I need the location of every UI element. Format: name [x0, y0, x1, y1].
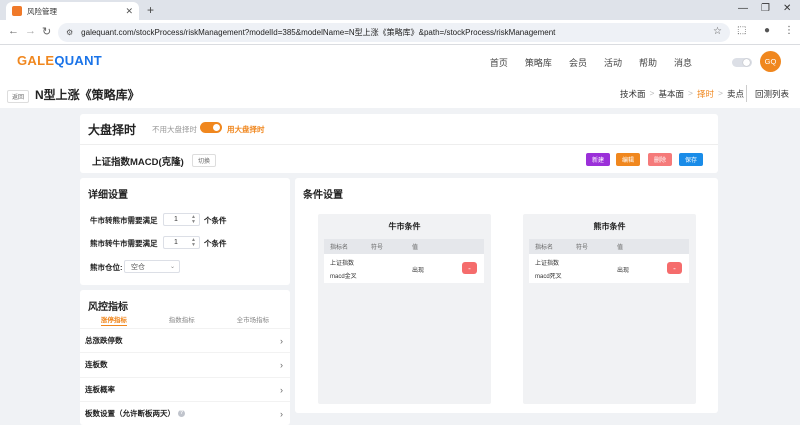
title-row: 返回 N型上涨《策略库》 技术面 > 基本面 > 择时 > 卖点 回测列表 — [0, 80, 800, 108]
breadcrumb-separator: > — [649, 88, 655, 98]
bear-conditions-title: 熊市条件 — [593, 222, 626, 231]
table-header: 指标名 符号 值 — [529, 239, 689, 254]
nav-activity[interactable]: 活动 — [604, 56, 622, 69]
switch-strategy-button[interactable]: 切换 — [192, 154, 217, 167]
tab-limit-up[interactable]: 涨停指标 — [100, 314, 127, 326]
bear-conditions-panel: 熊市条件 指标名 符号 值 上证指数 macd死叉 出现 - — [523, 214, 696, 404]
bear-position-label: 熊市仓位: — [90, 263, 123, 272]
breadcrumb-separator: > — [718, 88, 723, 98]
breadcrumb-separator: > — [688, 88, 693, 98]
new-button[interactable]: 新建 — [586, 153, 610, 166]
minimize-icon[interactable]: — — [738, 3, 748, 14]
risk-row-board-setting[interactable]: 板数设置（允许断板两天）? › — [80, 401, 290, 425]
save-button[interactable]: 保存 — [679, 153, 703, 166]
nav-membership[interactable]: 会员 — [569, 56, 587, 69]
url-input[interactable]: ⚙ galequant.com/stockProcess/riskManagem… — [58, 23, 730, 42]
step-breadcrumb: 技术面 > 基本面 > 择时 > 卖点 — [620, 88, 744, 100]
detail-settings-title: 详细设置 — [88, 190, 128, 201]
step-timing[interactable]: 择时 — [697, 88, 714, 100]
bull-to-bear-label: 牛市转熊市需要满足 — [90, 216, 158, 225]
bear-to-bull-label: 熊市转牛市需要满足 — [90, 239, 158, 248]
condition-settings-title: 条件设置 — [303, 190, 343, 201]
bull-conditions-title: 牛市条件 — [388, 222, 421, 231]
market-timing-on-label[interactable]: 用大盘择时 — [227, 124, 265, 135]
delete-button[interactable]: 删除 — [648, 153, 672, 166]
browser-tab[interactable]: 风险管理 ✕ — [6, 2, 139, 20]
step-technical[interactable]: 技术面 — [620, 88, 646, 100]
favicon-icon — [12, 6, 22, 16]
remove-condition-button[interactable]: - — [667, 262, 682, 274]
new-tab-icon[interactable]: + — [147, 3, 154, 17]
bookmark-star-icon[interactable]: ☆ — [713, 26, 722, 37]
remove-condition-button[interactable]: - — [462, 262, 477, 274]
profile-icon[interactable]: ● — [764, 25, 770, 36]
bull-unit-label: 个条件 — [204, 216, 227, 225]
condition-settings-card: 条件设置 牛市条件 指标名 符号 值 上证指数 macd金叉 出现 - 熊市条件… — [295, 178, 718, 413]
table-header: 指标名 符号 值 — [324, 239, 484, 254]
address-bar: ← → ↻ ⚙ galequant.com/stockProcess/riskM… — [0, 20, 800, 45]
market-timing-title: 大盘择时 — [88, 123, 137, 137]
risk-indicators-title: 风控指标 — [88, 302, 128, 313]
back-button[interactable]: 返回 — [7, 90, 30, 103]
info-icon[interactable]: ? — [178, 410, 185, 417]
nav-help[interactable]: 帮助 — [639, 56, 657, 69]
strategy-name: 上证指数MACD(克隆) — [92, 157, 184, 168]
tab-title: 风险管理 — [27, 6, 57, 16]
edit-button[interactable]: 编辑 — [616, 153, 640, 166]
nav-home[interactable]: 首页 — [490, 56, 508, 69]
step-sell-point[interactable]: 卖点 — [727, 88, 744, 100]
risk-indicators-card: 风控指标 涨停指标 指数指标 全市场指标 总涨跌停数 › 连板数 › 连板概率 › 板… — [80, 290, 290, 425]
market-timing-card: 大盘择时 不用大盘择时 用大盘择时 上证指数MACD(克隆) 切换 新建 编辑 … — [80, 114, 718, 173]
chevron-right-icon: › — [280, 335, 283, 346]
chevron-right-icon: › — [280, 359, 283, 370]
stepper-arrows-icon[interactable]: ▲ ▼ — [191, 215, 196, 225]
back-arrow-icon[interactable]: ← — [8, 25, 19, 37]
close-tab-icon[interactable]: ✕ — [125, 6, 133, 17]
step-fundamental[interactable]: 基本面 — [659, 88, 685, 100]
chevron-down-icon: ⌄ — [169, 264, 175, 270]
extensions-icon[interactable]: ⬚ — [737, 25, 746, 36]
table-row: 上证指数 macd死叉 出现 - — [529, 254, 689, 283]
url-text: galequant.com/stockProcess/riskManagemen… — [81, 28, 556, 37]
stepper-arrows-icon[interactable]: ▲ ▼ — [191, 238, 196, 248]
menu-icon[interactable]: ⋮ — [784, 25, 794, 36]
close-window-icon[interactable]: ✕ — [783, 3, 791, 14]
tab-index[interactable]: 指数指标 — [169, 314, 195, 326]
divider — [80, 144, 718, 145]
logo[interactable]: GALEQUANT — [17, 53, 102, 68]
backtest-list-link[interactable]: 回测列表 — [755, 88, 789, 100]
tab-whole-market[interactable]: 全市场指标 — [237, 314, 270, 326]
risk-row-total-limit[interactable]: 总涨跌停数 › — [80, 328, 290, 352]
chevron-right-icon: › — [280, 408, 283, 419]
forward-arrow-icon[interactable]: → — [25, 25, 36, 37]
risk-row-consecutive[interactable]: 连板数 › — [80, 352, 290, 376]
risk-row-consecutive-prob[interactable]: 连板概率 › — [80, 377, 290, 401]
app-header: GALEQUANT 首页 策略库 会员 活动 帮助 消息 GQ — [0, 45, 800, 80]
main-nav: 首页 策略库 会员 活动 帮助 消息 — [490, 56, 692, 69]
table-row: 上证指数 macd金叉 出现 - — [324, 254, 484, 283]
avatar[interactable]: GQ — [760, 51, 781, 72]
bear-unit-label: 个条件 — [204, 239, 227, 248]
nav-messages[interactable]: 消息 — [674, 56, 692, 69]
chevron-right-icon: › — [280, 384, 283, 395]
bull-conditions-panel: 牛市条件 指标名 符号 值 上证指数 macd金叉 出现 - — [318, 214, 491, 404]
divider — [746, 85, 747, 102]
reload-icon[interactable]: ↻ — [42, 25, 51, 38]
detail-settings-card: 详细设置 牛市转熊市需要满足 1 ▲ ▼ 个条件 熊市转牛市需要满足 1 ▲ ▼ 个条件… — [80, 178, 290, 285]
market-timing-off-label[interactable]: 不用大盘择时 — [152, 124, 197, 135]
site-info-icon[interactable]: ⚙ — [66, 28, 73, 37]
bull-to-bear-stepper[interactable]: 1 ▲ ▼ — [163, 213, 200, 226]
risk-tabs: 涨停指标 指数指标 全市场指标 — [80, 314, 290, 326]
bear-position-select[interactable]: 空仓 ⌄ — [124, 260, 180, 273]
maximize-icon[interactable]: ❐ — [761, 3, 770, 14]
nav-strategy-library[interactable]: 策略库 — [525, 56, 552, 69]
browser-tabbar: 风险管理 ✕ + — ❐ ✕ — [0, 0, 800, 20]
market-timing-switch[interactable] — [200, 122, 222, 133]
theme-toggle[interactable] — [732, 58, 752, 67]
bear-to-bull-stepper[interactable]: 1 ▲ ▼ — [163, 236, 200, 249]
page-title: N型上涨《策略库》 — [35, 88, 140, 102]
